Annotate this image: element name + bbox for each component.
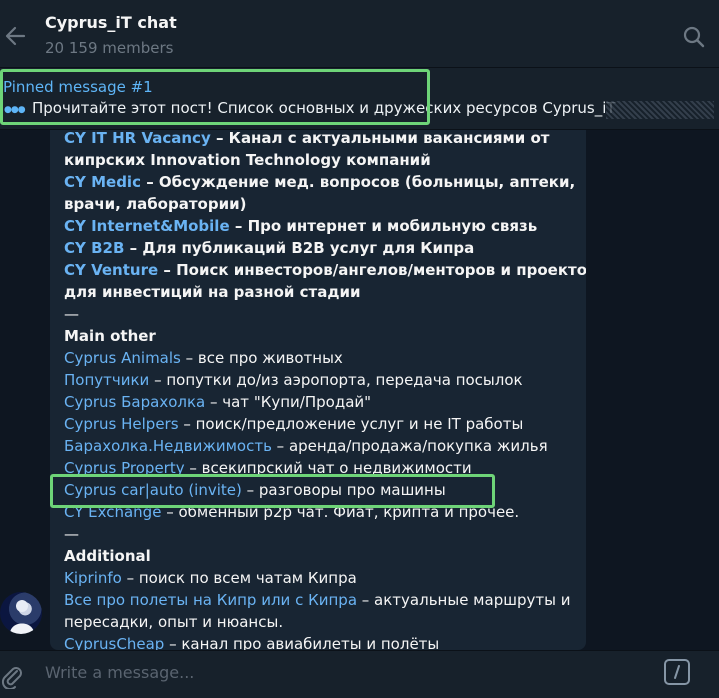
resource-link[interactable]: CY Medic: [64, 173, 141, 191]
person-silhouette-icon: [10, 600, 34, 634]
message-line: CyprusCheap – канал про авиабилеты и пол…: [64, 633, 579, 650]
message-line: Попутчики – попутки до/из аэропорта, пер…: [64, 369, 579, 391]
message-segment: пересадки, опыт и нюансы.: [64, 613, 284, 631]
message-segment: —: [64, 305, 79, 323]
message-segment: – Для публикаций B2B услуг для Кипра: [124, 239, 475, 257]
message-line: CY Medic – Обсуждение мед. вопросов (бол…: [64, 171, 579, 193]
resource-link[interactable]: Cyprus car|auto (invite): [64, 481, 242, 499]
message-segment: – Про интернет и мобильную связь: [229, 217, 538, 235]
message-line: CY Venture – Поиск инвесторов/ангелов/ме…: [64, 259, 586, 281]
message-input[interactable]: Write a message...: [45, 663, 194, 682]
message-line: Cyprus Барахолка – чат "Купи/Продай": [64, 391, 579, 413]
message-line: Барахолка.Недвижимость – аренда/продажа/…: [64, 435, 579, 457]
message-line: пересадки, опыт и нюансы.: [64, 611, 579, 633]
message-line: для инвестиций на разной стадии: [64, 281, 579, 303]
message-segment: – всекипрский чат о недвижимости: [184, 459, 472, 477]
member-count: 20 159 members: [45, 39, 174, 57]
message-line: кипрских Innovation Technology компаний: [64, 149, 579, 171]
message-segment: – чат "Купи/Продай": [205, 393, 372, 411]
resource-link[interactable]: Kiprinfo: [64, 569, 122, 587]
pinned-message-title: Pinned message #1: [3, 78, 153, 96]
pinned-message-bar[interactable]: Pinned message #1 ●●● Прочитайте этот по…: [0, 68, 719, 130]
resource-link[interactable]: Барахолка.Недвижимость: [64, 437, 272, 455]
resource-link[interactable]: CY Internet&Mobile: [64, 217, 230, 235]
message-segment: кипрских Innovation Technology компаний: [64, 151, 431, 169]
back-arrow-icon[interactable]: [4, 22, 26, 50]
message-line: врачи, лаборатории): [64, 193, 579, 215]
message-segment: Additional: [64, 547, 151, 565]
message-segment: – поиск/предложение услуг и не IT работы: [178, 415, 524, 433]
message-line: Cyprus car|auto (invite) – разговоры про…: [64, 479, 579, 501]
message-segment: —: [64, 525, 79, 543]
chat-header: Cyprus_iT chat 20 159 members: [0, 0, 719, 68]
pinned-message-text: Прочитайте этот пост! Список основных и …: [32, 99, 616, 117]
message-line: Kiprinfo – поиск по всем чатам Кипра: [64, 567, 579, 589]
message-segment: – канал про авиабилеты и полёты: [164, 635, 440, 650]
message-line: CY B2B – Для публикаций B2B услуг для Ки…: [64, 237, 579, 259]
message-segment: – все про животных: [180, 349, 343, 367]
resource-link[interactable]: Cyprus Animals: [64, 349, 181, 367]
message-segment: врачи, лаборатории): [64, 195, 247, 213]
resource-link[interactable]: Cyprus Барахолка: [64, 393, 205, 411]
resource-link[interactable]: CY Exchange: [64, 503, 161, 521]
resource-link[interactable]: Cyprus Helpers: [64, 415, 179, 433]
message-line: CY Exchange – обменный p2p чат. Фиат, кр…: [64, 501, 579, 523]
message-line: Все про полеты на Кипр или с Кипра – акт…: [64, 589, 579, 611]
resource-link[interactable]: Попутчики: [64, 371, 149, 389]
message-segment: – Поиск инвесторов/ангелов/менторов и пр…: [158, 261, 586, 279]
message-line: CY Internet&Mobile – Про интернет и моби…: [64, 215, 579, 237]
avatar[interactable]: [0, 592, 42, 634]
pinned-message-blurred-tail: [606, 101, 714, 119]
resource-link[interactable]: CY IT HR Vacancy: [64, 130, 211, 147]
message-segment: – Канал с актуальными вакансиями от: [210, 130, 550, 147]
message-composer: Write a message...: [0, 650, 719, 698]
message-line: Cyprus Property – всекипрский чат о недв…: [64, 457, 579, 479]
message-line: —: [64, 303, 579, 325]
message-line: —: [64, 523, 579, 545]
search-icon[interactable]: [682, 25, 706, 49]
resource-link[interactable]: Cyprus Property: [64, 459, 185, 477]
message-segment: – Обсуждение мед. вопросов (больницы, ап…: [140, 173, 576, 191]
resource-link[interactable]: Все про полеты на Кипр или с Кипра: [64, 591, 357, 609]
resource-link[interactable]: CyprusCheap: [64, 635, 164, 650]
message-segment: – обменный p2p чат. Фиат, крипта и проче…: [161, 503, 520, 521]
message-line: Cyprus Helpers – поиск/предложение услуг…: [64, 413, 579, 435]
chat-title[interactable]: Cyprus_iT chat: [45, 13, 177, 32]
message-segment: – поиск по всем чатам Кипра: [121, 569, 357, 587]
pinned-indicator-icon: ●●●: [4, 105, 26, 115]
bot-commands-button[interactable]: [664, 659, 690, 685]
resource-link[interactable]: CY Venture: [64, 261, 158, 279]
message-segment: – разговоры про машины: [241, 481, 446, 499]
resource-link[interactable]: CY B2B: [64, 239, 124, 257]
message-segment: – попутки до/из аэропорта, передача посы…: [149, 371, 523, 389]
message-segment: Main other: [64, 327, 156, 345]
message-segment: – аренда/продажа/покупка жилья: [271, 437, 548, 455]
message-bubble: CY IT HR Vacancy – Канал с актуальными в…: [50, 130, 586, 650]
message-text: CY IT HR Vacancy – Канал с актуальными в…: [64, 130, 586, 650]
message-line: CY IT HR Vacancy – Канал с актуальными в…: [64, 130, 579, 149]
message-segment: – актуальные маршруты и: [357, 591, 571, 609]
slash-command-icon: [674, 665, 680, 679]
message-line: Additional: [64, 545, 579, 567]
message-line: Main other: [64, 325, 579, 347]
message-segment: для инвестиций на разной стадии: [64, 283, 361, 301]
message-line: Cyprus Animals – все про животных: [64, 347, 579, 369]
attach-icon[interactable]: [0, 663, 24, 689]
